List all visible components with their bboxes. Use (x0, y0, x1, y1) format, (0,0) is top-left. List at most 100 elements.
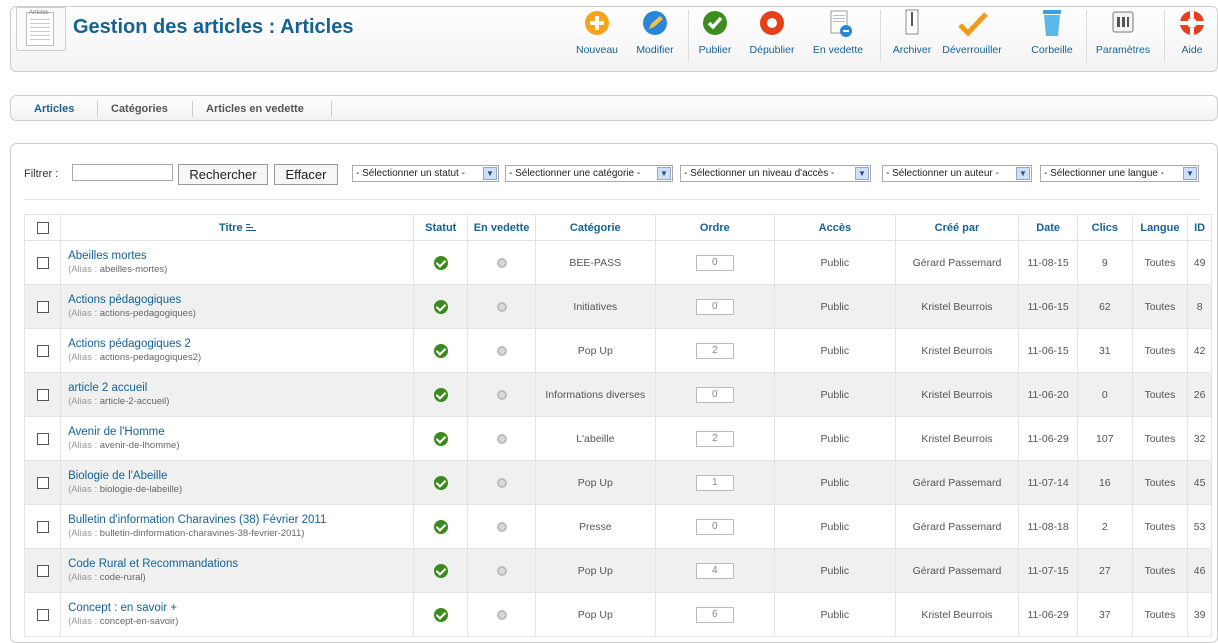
edit-button[interactable]: Modifier (630, 8, 680, 64)
not-featured-icon[interactable] (496, 521, 507, 532)
header-icon-label: Articles (29, 10, 49, 16)
language-select[interactable]: - Sélectionner une langue - ▼ (1040, 165, 1199, 182)
trash-button[interactable]: Corbeille (1024, 8, 1080, 64)
published-status-icon[interactable] (433, 299, 448, 314)
row-checkbox[interactable] (36, 344, 49, 357)
access-cell: Public (774, 372, 896, 417)
published-status-icon[interactable] (433, 387, 448, 402)
column-header-order[interactable]: Ordre (654, 214, 776, 241)
status-select[interactable]: - Sélectionner un statut - ▼ (352, 165, 499, 182)
column-header-status[interactable]: Statut (413, 214, 469, 241)
order-cell: 4 (654, 548, 776, 593)
row-checkbox[interactable] (36, 432, 49, 445)
article-title-link[interactable]: Bulletin d'information Charavines (38) F… (68, 514, 411, 526)
checkin-button[interactable]: Déverrouiller (930, 8, 1014, 64)
published-status-icon[interactable] (433, 255, 448, 270)
select-all-checkbox[interactable] (36, 221, 49, 234)
search-button[interactable]: Rechercher (178, 164, 268, 185)
row-checkbox[interactable] (36, 564, 49, 577)
clear-button[interactable]: Effacer (274, 164, 338, 185)
row-checkbox[interactable] (36, 476, 49, 489)
access-select[interactable]: - Sélectionner un niveau d'accès - ▼ (680, 165, 871, 182)
publish-button[interactable]: Publier (693, 8, 737, 64)
not-featured-icon[interactable] (496, 301, 507, 312)
article-title-link[interactable]: Avenir de l'Homme (68, 426, 411, 438)
hits-cell: 16 (1076, 460, 1133, 505)
order-input[interactable]: 4 (695, 562, 734, 579)
hits-cell: 9 (1076, 240, 1133, 285)
date-cell: 11-06-29 (1018, 416, 1078, 461)
help-button[interactable]: Aide (1168, 8, 1216, 64)
category-cell: Presse (535, 504, 656, 549)
not-featured-icon[interactable] (496, 433, 507, 444)
search-input[interactable] (72, 164, 173, 181)
column-header-date[interactable]: Date (1018, 214, 1078, 241)
not-featured-icon[interactable] (496, 477, 507, 488)
column-header-id[interactable]: ID (1187, 214, 1212, 241)
published-status-icon[interactable] (433, 475, 448, 490)
article-title-link[interactable]: Abeilles mortes (68, 250, 411, 262)
published-status-icon[interactable] (433, 607, 448, 622)
new-button[interactable]: Nouveau (572, 8, 622, 64)
column-header-language[interactable]: Langue (1131, 214, 1189, 241)
article-title-link[interactable]: Actions pédagogiques 2 (68, 338, 411, 350)
published-status-icon[interactable] (433, 519, 448, 534)
column-header-hits[interactable]: Clics (1076, 214, 1133, 241)
not-featured-icon[interactable] (496, 565, 507, 576)
options-button[interactable]: Paramètres (1092, 8, 1154, 64)
submenu: Articles Catégories Articles en vedette (10, 95, 1218, 121)
featured-button[interactable]: En vedette (808, 8, 868, 64)
language-select-value: - Sélectionner une langue - (1044, 168, 1165, 179)
order-input[interactable]: 0 (695, 298, 734, 315)
submenu-item-categories[interactable]: Catégories (111, 103, 168, 115)
date-cell: 11-08-18 (1018, 504, 1078, 549)
unpublish-button[interactable]: Dépublier (744, 8, 800, 64)
author-select[interactable]: - Sélectionner un auteur - ▼ (882, 165, 1032, 182)
not-featured-icon[interactable] (496, 257, 507, 268)
order-input[interactable]: 1 (695, 474, 734, 491)
row-checkbox[interactable] (36, 256, 49, 269)
column-header-access[interactable]: Accès (774, 214, 896, 241)
filter-divider (24, 199, 1200, 200)
table-header-row: Titre Statut En vedette Catégorie Ordre … (23, 214, 1212, 241)
order-input[interactable]: 0 (695, 254, 734, 271)
options-label: Paramètres (1095, 44, 1151, 56)
column-header-label: Titre (218, 221, 243, 234)
status-cell (413, 328, 469, 373)
row-select-cell (23, 592, 62, 637)
article-title-link[interactable]: article 2 accueil (68, 382, 411, 394)
submenu-item-articles[interactable]: Articles (34, 103, 74, 115)
table-row: Actions pédagogiques (Alias : actions-ped… (23, 284, 1212, 329)
published-status-icon[interactable] (433, 563, 448, 578)
published-status-icon[interactable] (433, 431, 448, 446)
row-checkbox[interactable] (36, 300, 49, 313)
not-featured-icon[interactable] (496, 609, 507, 620)
row-select-cell (23, 548, 62, 593)
submenu-divider (97, 101, 98, 117)
published-status-icon[interactable] (433, 343, 448, 358)
row-checkbox[interactable] (36, 520, 49, 533)
category-select[interactable]: - Sélectionner une catégorie - ▼ (505, 165, 673, 182)
order-input[interactable]: 6 (695, 606, 734, 623)
article-title-link[interactable]: Concept : en savoir + (68, 602, 411, 614)
language-cell: Toutes (1131, 328, 1189, 373)
article-title-link[interactable]: Actions pédagogiques (68, 294, 411, 306)
order-input[interactable]: 0 (695, 386, 734, 403)
article-title-link[interactable]: Code Rural et Recommandations (68, 558, 411, 570)
order-input[interactable]: 2 (695, 342, 734, 359)
title-cell: article 2 accueil (Alias : article-2-accu… (60, 372, 415, 417)
column-header-author[interactable]: Créé par (894, 214, 1020, 241)
alias-label: (Alias : (68, 440, 98, 451)
row-checkbox[interactable] (36, 388, 49, 401)
column-header-category[interactable]: Catégorie (535, 214, 656, 241)
not-featured-icon[interactable] (496, 345, 507, 356)
submenu-item-featured-articles[interactable]: Articles en vedette (206, 103, 304, 115)
column-header-title[interactable]: Titre (60, 214, 415, 241)
sort-icon (245, 223, 256, 232)
row-checkbox[interactable] (36, 608, 49, 621)
not-featured-icon[interactable] (496, 389, 507, 400)
article-title-link[interactable]: Biologie de l'Abeille (68, 470, 411, 482)
column-header-featured[interactable]: En vedette (467, 214, 537, 241)
order-input[interactable]: 2 (695, 430, 734, 447)
order-input[interactable]: 0 (695, 518, 734, 535)
